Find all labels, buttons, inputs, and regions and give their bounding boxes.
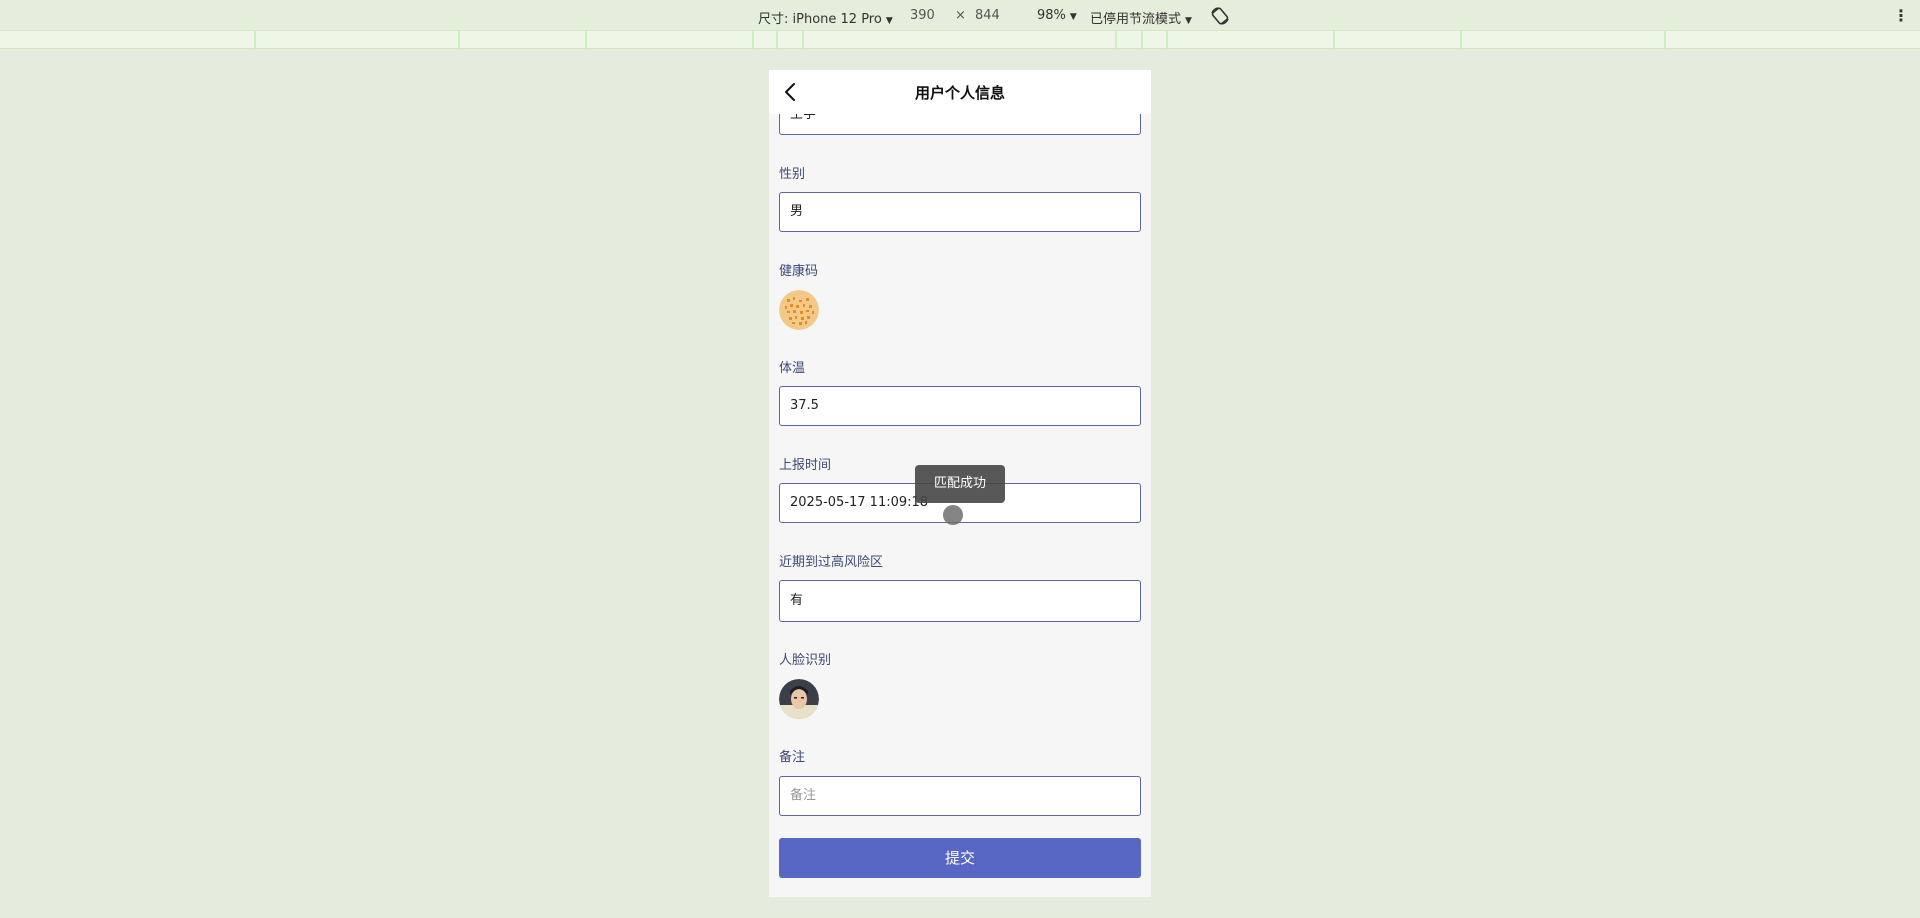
face-recognition-label: 人脸识别 [779,653,832,668]
touch-cursor-indicator [943,505,963,525]
remark-input[interactable] [790,777,1120,814]
throttle-select[interactable]: 已停用节流模式 ▼ [1090,8,1192,27]
ruler-tick[interactable] [752,31,754,49]
device-size-select[interactable]: 尺寸: iPhone 12 Pro ▼ [758,8,893,27]
health-code-image[interactable] [779,290,819,330]
ruler-tick[interactable] [1460,31,1462,49]
ruler-tick[interactable] [802,31,804,49]
ruler-tick[interactable] [1333,31,1335,49]
zoom-select[interactable]: 98% ▼ [1037,8,1077,23]
device-width-input[interactable]: 390 [910,8,935,23]
temperature-value: 37.5 [790,398,819,413]
face-avatar-icon [779,679,819,719]
gender-field[interactable]: 男 [779,192,1141,232]
temperature-field[interactable]: 37.5 [779,386,1141,426]
risk-area-value: 有 [790,593,804,608]
caret-down-icon: ▼ [885,16,893,26]
device-toolbar: 尺寸: iPhone 12 Pro ▼ 390 × 844 98% ▼ 已停用节流模… [0,0,1920,31]
temperature-label: 体温 [779,361,806,376]
face-photo[interactable] [779,679,819,719]
ruler-tick[interactable] [1166,31,1168,49]
nav-bar: 用户个人信息 [769,70,1151,114]
rotate-icon[interactable] [1209,5,1231,27]
more-options-icon[interactable]: ⋮ [1893,6,1909,25]
risk-area-label: 近期到过高风险区 [779,555,884,570]
phone-viewport: 用户个人信息 王宇 性别 男 健康码 体温 37.5 上报时间 2025-05-… [769,70,1151,897]
throttle-label: 已停用节流模式 [1090,12,1182,27]
report-time-label: 上报时间 [779,458,832,473]
device-height-input[interactable]: 844 [975,8,1000,23]
dimension-times: × [955,8,966,23]
gender-value: 男 [790,204,804,219]
remark-label: 备注 [779,750,806,765]
caret-down-icon: ▼ [1069,12,1077,22]
gender-label: 性别 [779,167,806,182]
ruler-tick[interactable] [776,31,778,49]
submit-button[interactable]: 提交 [779,838,1141,878]
health-code-icon [779,290,819,330]
health-code-label: 健康码 [779,264,819,279]
toast-message: 匹配成功 [915,465,1005,503]
media-query-ruler [0,31,1920,49]
ruler-tick[interactable] [585,31,587,49]
device-size-label: 尺寸: iPhone 12 Pro [758,12,882,27]
remark-field[interactable] [779,776,1141,816]
ruler-tick[interactable] [458,31,460,49]
zoom-label: 98% [1037,8,1066,23]
risk-area-field[interactable]: 有 [779,580,1141,622]
ruler-tick[interactable] [1664,31,1666,49]
ruler-tick[interactable] [254,31,256,49]
ruler-tick[interactable] [1141,31,1143,49]
ruler-tick[interactable] [1115,31,1117,49]
caret-down-icon: ▼ [1185,16,1192,26]
page-title: 用户个人信息 [914,84,1005,102]
report-time-value: 2025-05-17 11:09:18 [790,495,929,510]
